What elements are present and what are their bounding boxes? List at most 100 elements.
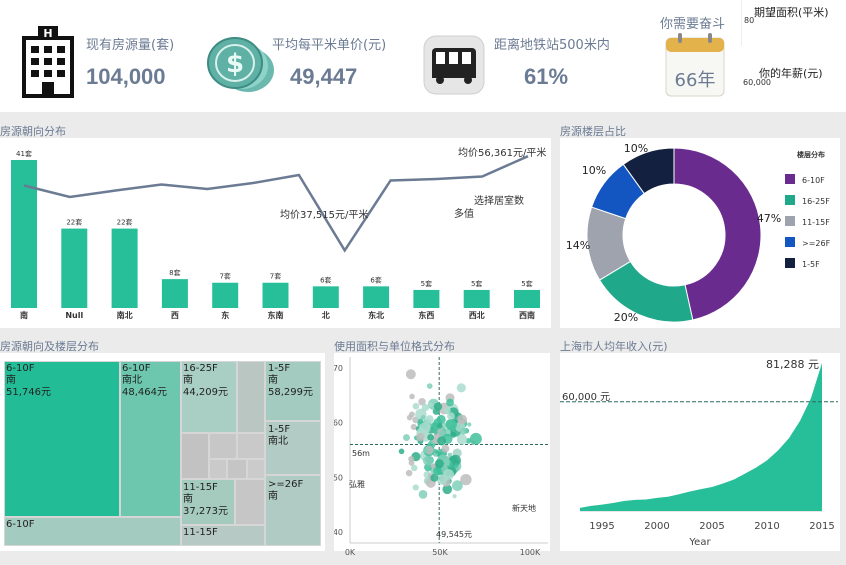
annot-multi-value: 多值 xyxy=(454,205,474,220)
price-line[interactable] xyxy=(24,156,528,250)
treemap-cell-small xyxy=(227,459,247,479)
bar-data-label: 22套 xyxy=(117,218,133,227)
bar[interactable] xyxy=(313,286,339,308)
scatter-point[interactable] xyxy=(435,459,444,468)
scatter-point[interactable] xyxy=(467,422,471,426)
floor-legend-title: 楼层分布 xyxy=(797,150,825,160)
scatter-point[interactable] xyxy=(452,494,456,498)
stock-label: 现有房源量(套) xyxy=(86,34,174,53)
bar[interactable] xyxy=(212,283,238,308)
treemap-cell-small xyxy=(181,433,209,479)
bar[interactable] xyxy=(112,229,138,308)
scatter-point[interactable] xyxy=(435,450,439,454)
scatter-point[interactable] xyxy=(437,436,446,445)
scatter-point[interactable] xyxy=(437,423,442,428)
scatter-point[interactable] xyxy=(470,433,482,445)
scatter-point[interactable] xyxy=(446,419,457,430)
treemap-cell-floor: 1-5F xyxy=(268,424,290,436)
bar[interactable] xyxy=(464,290,490,308)
legend-swatch xyxy=(785,237,795,247)
scatter-point[interactable] xyxy=(457,434,467,444)
bar[interactable] xyxy=(61,229,87,308)
scatter-point[interactable] xyxy=(416,433,424,441)
scatter-point[interactable] xyxy=(409,394,415,400)
bar-data-label: 8套 xyxy=(169,268,180,277)
scatter-point[interactable] xyxy=(419,490,428,499)
scatter-point[interactable] xyxy=(441,445,449,453)
donut-slice-label: 20% xyxy=(614,311,638,324)
scatter-point[interactable] xyxy=(454,463,458,467)
floor-panel: 47%20%14%10%10%6-10F16-25F11-15F>=26F1-5… xyxy=(560,138,840,328)
bar[interactable] xyxy=(162,279,188,308)
x-tick-label: 西 xyxy=(171,311,179,320)
scatter-point[interactable] xyxy=(413,403,420,410)
donut-slice-label: 14% xyxy=(566,239,590,252)
income-ref-label: 60,000 元 xyxy=(562,388,610,403)
scatter-point[interactable] xyxy=(406,369,416,379)
treemap-cell-price: 48,464元 xyxy=(122,387,167,399)
scatter-point[interactable] xyxy=(407,415,413,421)
legend-swatch xyxy=(785,258,795,268)
work-value: 66年 xyxy=(664,66,726,92)
legend-label: 16-25F xyxy=(802,197,830,206)
bar[interactable] xyxy=(514,290,540,308)
scatter-point[interactable] xyxy=(433,467,442,476)
donut-slice-label: 47% xyxy=(757,212,781,225)
treemap-cell-dir: 南 xyxy=(268,491,303,503)
x-tick-label: 东南 xyxy=(268,310,284,320)
legend-label: 1-5F xyxy=(802,260,820,269)
income-area[interactable] xyxy=(580,363,822,511)
treemap-cell-price: 51,746元 xyxy=(6,387,51,399)
scatter-point[interactable] xyxy=(399,449,405,455)
treemap-cell-dir: 南 xyxy=(6,375,51,387)
scatter-point[interactable] xyxy=(460,428,467,435)
scatter-point[interactable] xyxy=(457,415,467,425)
treemap-cell[interactable] xyxy=(237,361,265,433)
treemap-cell-dir: 南北 xyxy=(122,375,167,387)
bar[interactable] xyxy=(263,283,289,308)
x-tick-label: Null xyxy=(65,311,83,320)
legend-swatch xyxy=(785,174,795,184)
scatter-point[interactable] xyxy=(406,470,412,476)
scatter-point[interactable] xyxy=(444,407,451,414)
scatter-point[interactable] xyxy=(421,415,426,420)
x-tick-label: 东北 xyxy=(368,310,384,320)
price-value: 49,447 xyxy=(290,64,357,90)
bar-data-label: 6套 xyxy=(370,275,381,284)
scatter-point[interactable] xyxy=(423,448,428,453)
x-tick-label: 西南 xyxy=(519,310,535,320)
y-tick-label: 70 xyxy=(334,364,343,373)
bar[interactable] xyxy=(11,160,37,308)
bar-data-label: 6套 xyxy=(320,275,331,284)
scatter-point[interactable] xyxy=(427,383,433,389)
scatter-point[interactable] xyxy=(403,434,410,441)
scatter-point[interactable] xyxy=(452,480,463,491)
bar-data-label: 5套 xyxy=(421,279,432,288)
scatter-point[interactable] xyxy=(428,402,433,407)
scatter-point[interactable] xyxy=(425,415,433,423)
scatter-point[interactable] xyxy=(419,423,430,434)
bar-data-label: 7套 xyxy=(219,272,230,281)
scatter-point[interactable] xyxy=(446,399,454,407)
bar-data-label: 22套 xyxy=(66,218,82,227)
scatter-point[interactable] xyxy=(422,404,429,411)
x-tick-label: 0K xyxy=(345,548,356,557)
scatter-point[interactable] xyxy=(423,456,433,466)
scatter-point[interactable] xyxy=(457,383,466,392)
scatter-point[interactable] xyxy=(413,484,419,490)
metro-value: 61% xyxy=(524,64,568,90)
y-tick-label: 50 xyxy=(334,473,343,482)
x-tick-label: 西北 xyxy=(469,310,485,320)
scatter-point[interactable] xyxy=(408,456,414,462)
treemap-cell-floor: 6-10F xyxy=(6,519,34,531)
scatter-point[interactable] xyxy=(427,434,434,441)
desired-area-box[interactable]: 期望面积(平米) 80 xyxy=(741,0,838,46)
bar[interactable] xyxy=(363,286,389,308)
work-label: 你需要奋斗 xyxy=(660,13,725,32)
orientation-chart: 41套南22套Null22套南北8套西7套东7套东南6套北6套东北5套东西5套西… xyxy=(0,138,551,328)
salary-box[interactable]: 你的年薪(元) 60,000 xyxy=(741,62,837,102)
y-tick-label: 60 xyxy=(334,419,343,428)
bar[interactable] xyxy=(413,290,439,308)
scatter-point[interactable] xyxy=(443,469,454,480)
scatter-point[interactable] xyxy=(434,402,442,410)
